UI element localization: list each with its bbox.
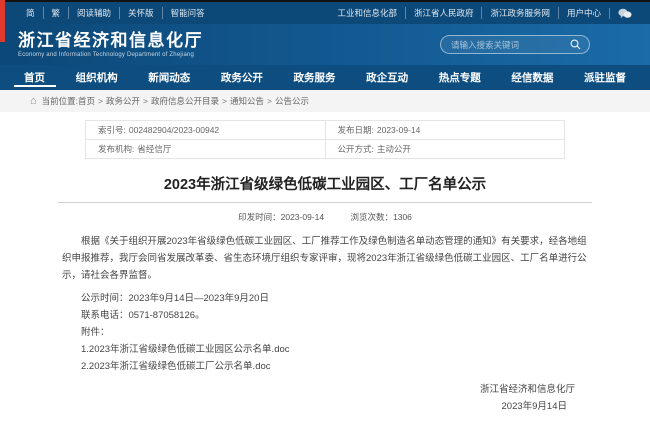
nav-item-news[interactable]: 新闻动态 bbox=[140, 65, 198, 90]
link-reading-aid[interactable]: 阅读辅助 bbox=[68, 7, 119, 19]
public-period-line: 公示时间：2023年9月14日—2023年9月20日 bbox=[62, 290, 588, 307]
view-count: 浏览次数：1306 bbox=[350, 212, 411, 222]
meta-label: 公开方式: bbox=[338, 144, 374, 154]
page: 简 繁 阅读辅助 关怀版 智能问答 工业和信息化部 浙江省人民政府 浙江政务服务… bbox=[0, 0, 650, 421]
doc-paragraph: 根据《关于组织开展2023年省级绿色低碳工业园区、工厂推荐工作及绿色制造名单动态… bbox=[62, 233, 588, 284]
nav-item-gov-services[interactable]: 政务服务 bbox=[286, 65, 344, 90]
meta-cell-disclosure-mode: 公开方式:主动公开 bbox=[325, 140, 565, 159]
breadcrumb-notices[interactable]: 通知公告 bbox=[230, 95, 264, 107]
site-header: 浙江省经济和信息化厅 Economy and Information Techn… bbox=[0, 24, 650, 65]
meta-label: 发布机构: bbox=[98, 144, 134, 154]
meta-cell-publish-date: 发布日期:2023-09-14 bbox=[325, 121, 565, 140]
doc-meta-table: 索引号:002482904/2023-00942 发布日期:2023-09-14… bbox=[85, 120, 565, 159]
nav-item-home[interactable]: 首页 bbox=[16, 65, 53, 90]
search-icon[interactable] bbox=[570, 39, 581, 50]
breadcrumb-announcements[interactable]: 公告公示 bbox=[275, 95, 309, 107]
table-row: 发布机构:省经信厅 公开方式:主动公开 bbox=[86, 140, 565, 159]
link-miit[interactable]: 工业和信息化部 bbox=[329, 7, 405, 19]
breadcrumb-gov-disclosure[interactable]: 政务公开 bbox=[106, 95, 140, 107]
link-user-center[interactable]: 用户中心 bbox=[558, 7, 609, 19]
utility-links-left: 简 繁 阅读辅助 关怀版 智能问答 bbox=[18, 7, 213, 19]
link-traditional-chinese[interactable]: 繁 bbox=[43, 7, 69, 19]
nav-item-hot-topics[interactable]: 热点专题 bbox=[431, 65, 489, 90]
meta-value: 主动公开 bbox=[377, 144, 411, 154]
home-icon: ⌂ bbox=[30, 96, 37, 107]
nav-item-organization[interactable]: 组织机构 bbox=[68, 65, 126, 90]
utility-bar: 简 繁 阅读辅助 关怀版 智能问答 工业和信息化部 浙江省人民政府 浙江政务服务… bbox=[0, 2, 650, 24]
print-time: 印发时间：2023-09-14 bbox=[238, 212, 324, 222]
search-box bbox=[440, 35, 590, 54]
breadcrumb-separator: > bbox=[143, 96, 148, 106]
breadcrumb-home[interactable]: 首页 bbox=[78, 95, 95, 107]
nav-item-interaction[interactable]: 政企互动 bbox=[358, 65, 416, 90]
contact-line: 联系电话：0571-87058126。 bbox=[62, 307, 588, 324]
doc-body: 根据《关于组织开展2023年省级绿色低碳工业园区、工厂推荐工作及绿色制造名单动态… bbox=[62, 233, 588, 415]
document-content: 索引号:002482904/2023-00942 发布日期:2023-09-14… bbox=[0, 120, 650, 421]
chat-bubbles-icon[interactable] bbox=[609, 8, 640, 19]
breadcrumb-separator: > bbox=[267, 96, 272, 106]
meta-cell-index-number: 索引号:002482904/2023-00942 bbox=[86, 121, 326, 140]
link-care-version[interactable]: 关怀版 bbox=[119, 7, 162, 19]
meta-value: 省经信厅 bbox=[137, 144, 171, 154]
meta-label: 发布日期: bbox=[338, 125, 374, 135]
breadcrumb-separator: > bbox=[222, 96, 227, 106]
signature-org: 浙江省经济和信息化厅 bbox=[62, 381, 588, 398]
breadcrumb-prefix: 当前位置: bbox=[42, 95, 78, 107]
attachment-link-parks[interactable]: 1.2023年浙江省级绿色低碳工业园区公示名单.doc bbox=[62, 341, 588, 358]
site-title: 浙江省经济和信息化厅 bbox=[18, 32, 203, 49]
nav-item-gov-disclosure[interactable]: 政务公开 bbox=[213, 65, 271, 90]
table-row: 索引号:002482904/2023-00942 发布日期:2023-09-14 bbox=[86, 121, 565, 140]
link-smart-qa[interactable]: 智能问答 bbox=[162, 7, 213, 19]
attachments-label: 附件： bbox=[62, 324, 588, 341]
title-divider bbox=[58, 202, 592, 203]
page-title: 2023年浙江省级绿色低碳工业园区、工厂名单公示 bbox=[40, 173, 610, 194]
breadcrumb-separator: > bbox=[98, 96, 103, 106]
meta-value: 002482904/2023-00942 bbox=[129, 125, 219, 135]
breadcrumb: ⌂ 当前位置: 首页 > 政务公开 > 政府信息公开目录 > 通知公告 > 公告… bbox=[0, 90, 650, 112]
meta-label: 索引号: bbox=[98, 125, 126, 135]
nav-item-industry-data[interactable]: 经信数据 bbox=[503, 65, 561, 90]
search-input[interactable] bbox=[449, 39, 570, 51]
site-subtitle: Economy and Information Technology Depar… bbox=[18, 52, 203, 58]
link-zhejiang-service[interactable]: 浙江政务服务网 bbox=[481, 7, 558, 19]
attachment-link-factories[interactable]: 2.2023年浙江省级绿色低碳工厂公示名单.doc bbox=[62, 358, 588, 375]
link-zhejiang-gov[interactable]: 浙江省人民政府 bbox=[405, 7, 482, 19]
site-logo: 浙江省经济和信息化厅 Economy and Information Techn… bbox=[18, 32, 203, 58]
meta-value: 2023-09-14 bbox=[377, 125, 420, 135]
signature-date: 2023年9月14日 bbox=[62, 398, 588, 415]
breadcrumb-info-catalog[interactable]: 政府信息公开目录 bbox=[151, 95, 219, 107]
meta-cell-publisher: 发布机构:省经信厅 bbox=[86, 140, 326, 159]
utility-links-right: 工业和信息化部 浙江省人民政府 浙江政务服务网 用户中心 bbox=[329, 7, 640, 19]
nav-item-supervision[interactable]: 派驻监督 bbox=[576, 65, 634, 90]
left-red-strip bbox=[0, 0, 5, 42]
doc-meta-line: 印发时间：2023-09-14 浏览次数：1306 bbox=[0, 211, 650, 223]
main-nav: 首页 组织机构 新闻动态 政务公开 政务服务 政企互动 热点专题 经信数据 派驻… bbox=[0, 65, 650, 90]
link-simplified-chinese[interactable]: 简 bbox=[18, 7, 43, 19]
